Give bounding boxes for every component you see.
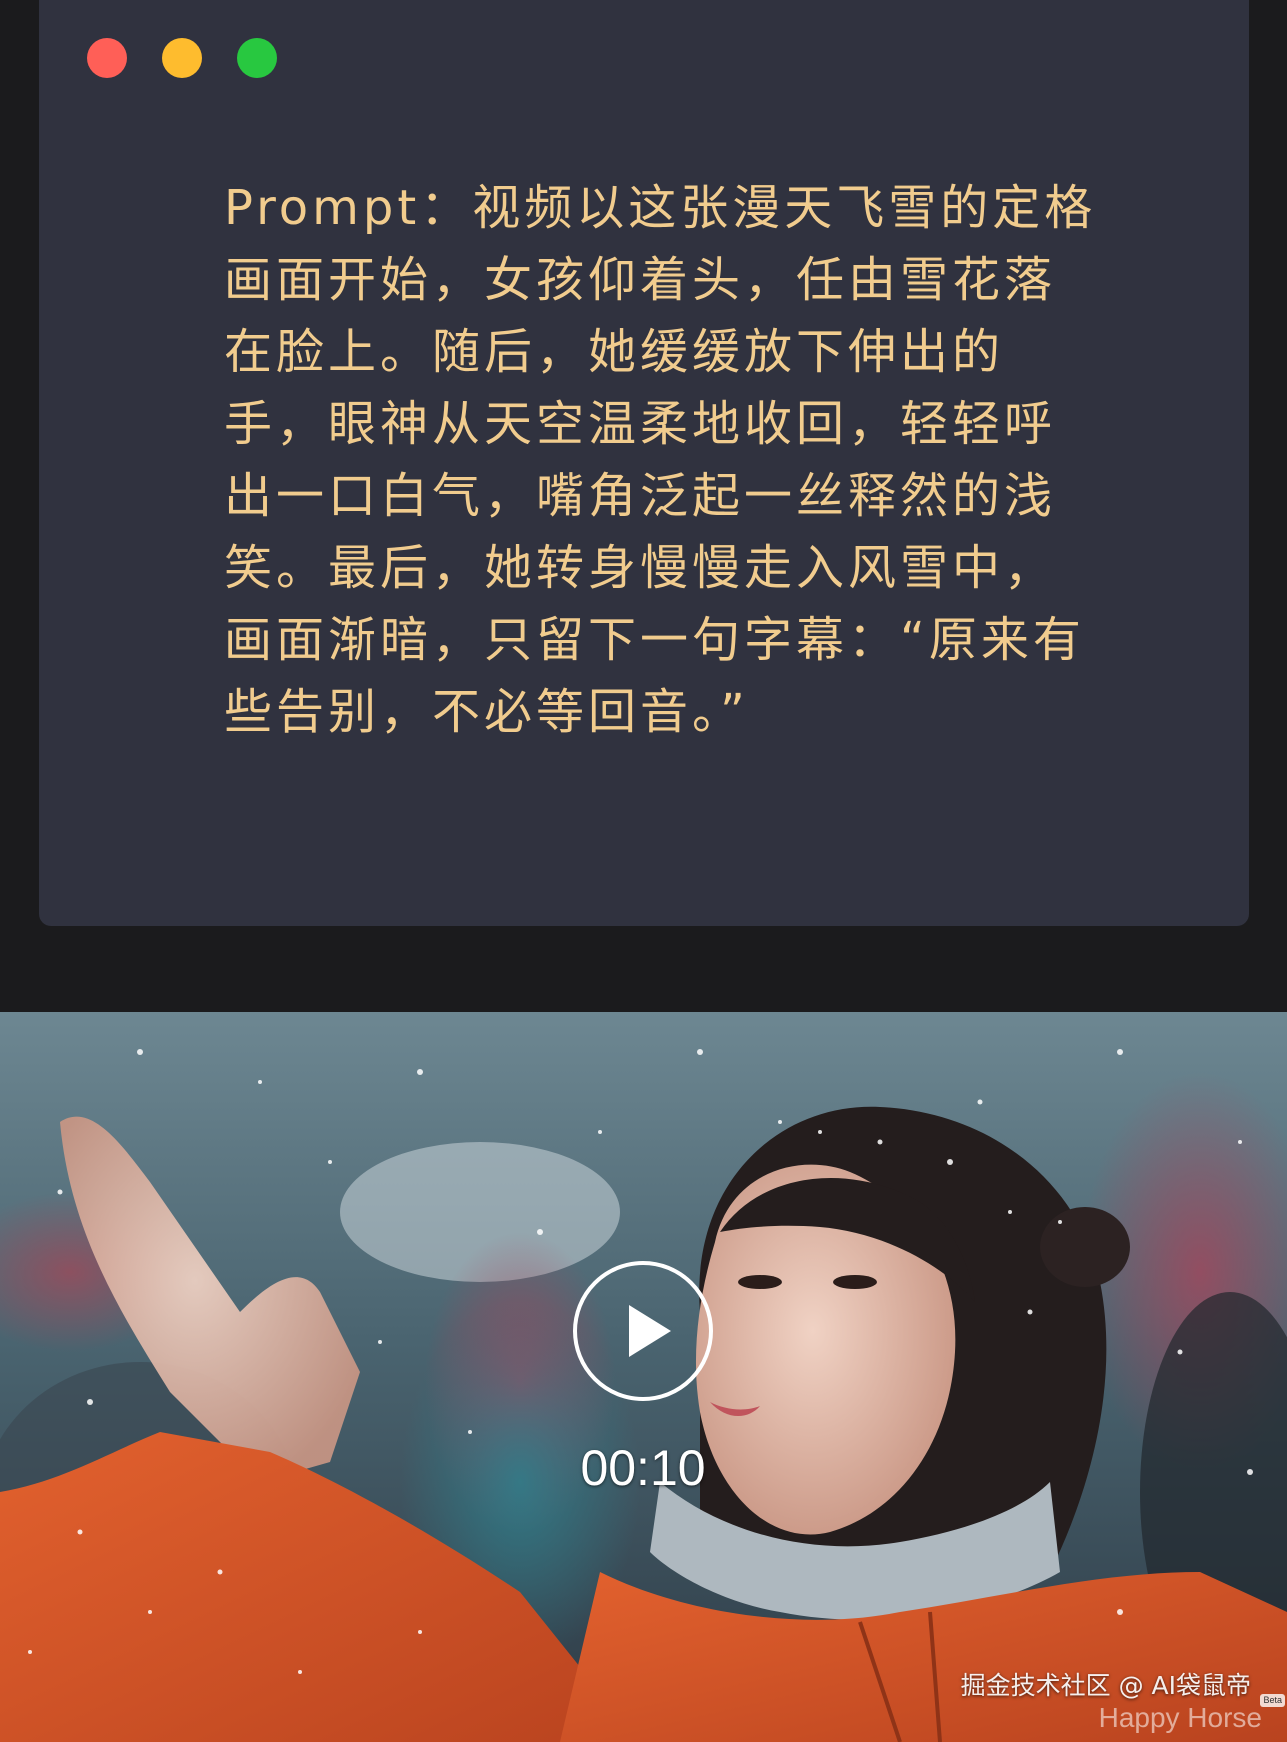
prompt-text: Prompt：视频以这张漫天飞雪的定格画面开始，女孩仰着头，任由雪花落在脸上。随… [224,180,1097,740]
prompt-card: Prompt：视频以这张漫天飞雪的定格画面开始，女孩仰着头，任由雪花落在脸上。随… [39,0,1249,926]
minimize-window-button[interactable] [162,38,202,78]
video-duration: 00:10 [580,1440,706,1496]
close-window-button[interactable] [87,38,127,78]
watermark-text: 掘金技术社区 @ AI袋鼠帝 [960,1671,1251,1700]
beta-badge: Beta [1260,1694,1285,1707]
maximize-window-button[interactable] [237,38,277,78]
play-icon [629,1305,671,1357]
brand-watermark: Happy Horse [1098,1702,1262,1733]
play-button[interactable] [573,1261,713,1401]
